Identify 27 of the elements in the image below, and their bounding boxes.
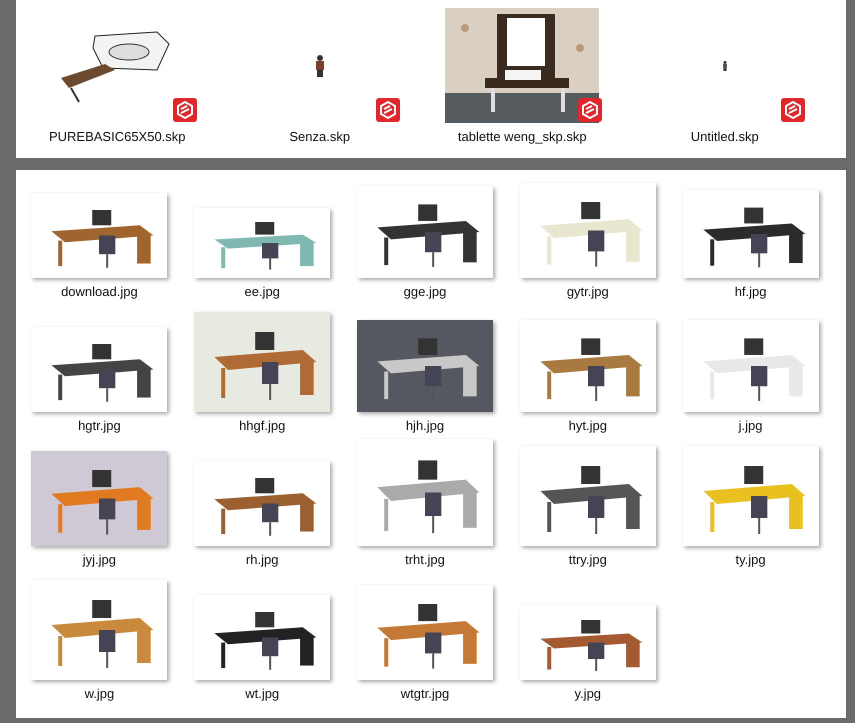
file-name[interactable]: w.jpg	[84, 686, 114, 701]
file-name[interactable]: rh.jpg	[246, 552, 278, 567]
file-name[interactable]: gge.jpg	[404, 284, 446, 299]
file-name[interactable]: hjh.jpg	[406, 418, 444, 433]
file-name[interactable]: tablette weng_skp.skp	[458, 129, 587, 144]
file-name[interactable]: hyt.jpg	[568, 418, 607, 433]
file-name[interactable]: Untitled.skp	[690, 129, 759, 144]
file-name[interactable]: hf.jpg	[734, 284, 766, 299]
file-name[interactable]: hgtr.jpg	[78, 418, 121, 433]
file-name[interactable]: PUREBASIC65X50.skp	[48, 129, 186, 144]
sketchup-file-icon	[172, 97, 198, 123]
file-name[interactable]: ee.jpg	[244, 284, 280, 299]
file-name[interactable]: y.jpg	[574, 686, 602, 701]
sketchup-file-icon	[374, 97, 401, 123]
file-name[interactable]: wtgtr.jpg	[400, 686, 450, 701]
file-name[interactable]: Senza.skp	[289, 129, 350, 144]
file-name[interactable]: hhgf.jpg	[239, 418, 286, 433]
sketchup-file-icon	[577, 97, 604, 123]
sketchup-file-icon	[780, 97, 806, 123]
file-name[interactable]: trht.jpg	[405, 552, 445, 567]
file-name[interactable]: download.jpg	[61, 284, 138, 299]
file-name[interactable]: j.jpg	[738, 418, 763, 433]
file-name[interactable]: ttry.jpg	[568, 552, 607, 567]
file-name[interactable]: gytr.jpg	[566, 284, 609, 299]
file-name[interactable]: jyj.jpg	[82, 552, 116, 567]
file-name[interactable]: ty.jpg	[736, 552, 766, 567]
file-name[interactable]: wt.jpg	[245, 686, 280, 701]
